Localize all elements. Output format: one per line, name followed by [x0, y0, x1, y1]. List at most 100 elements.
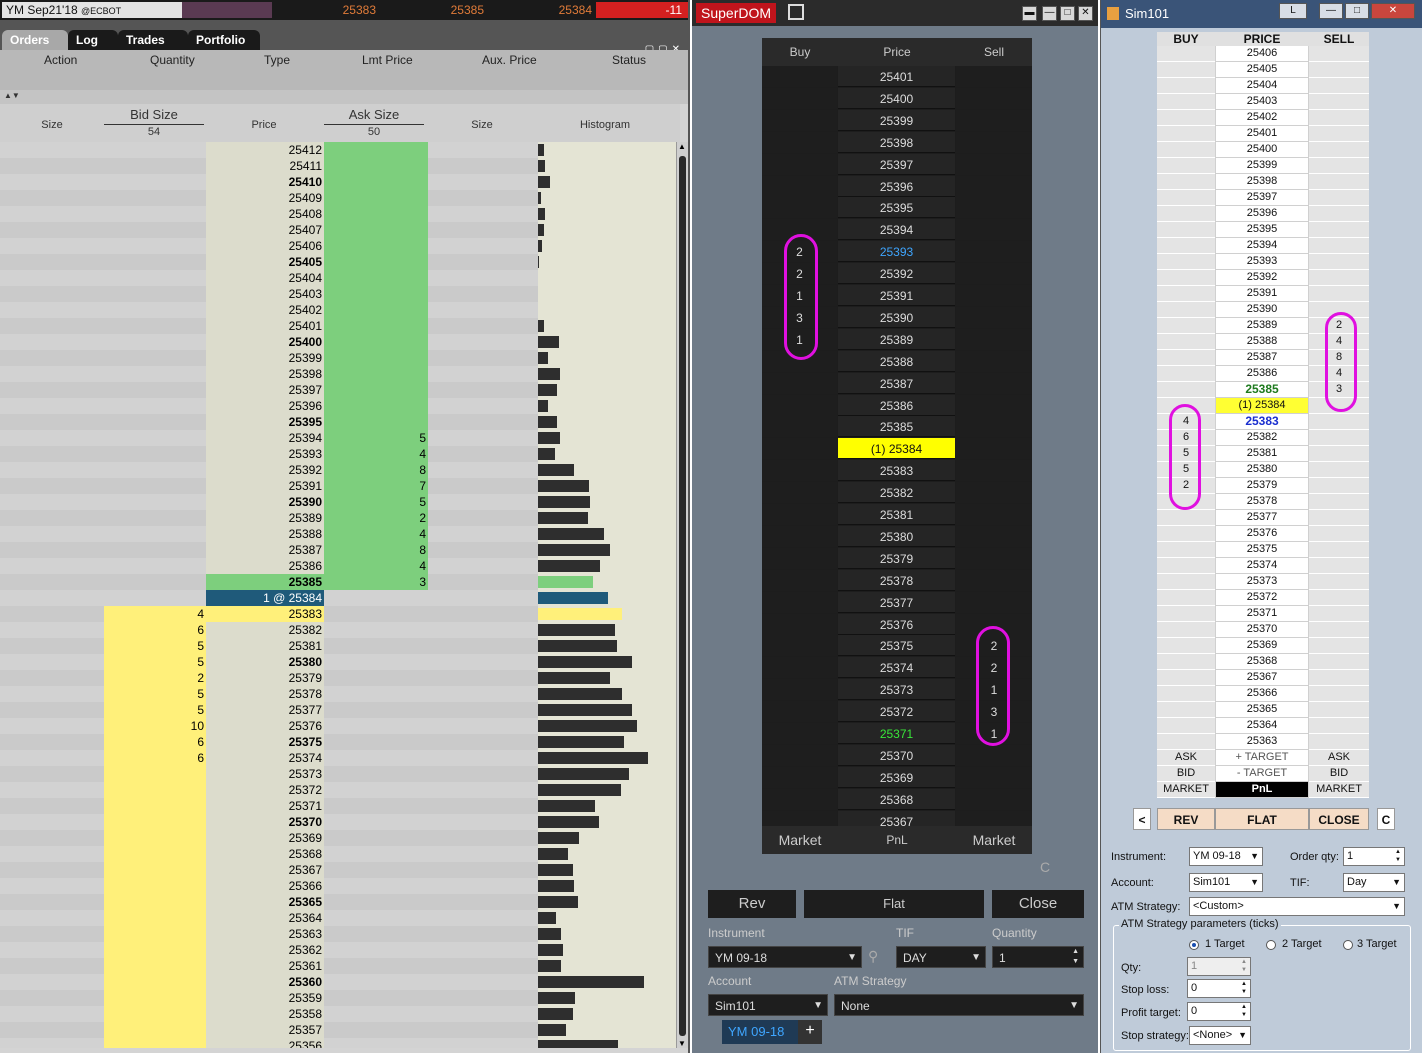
sell-cell[interactable]: [956, 591, 1032, 613]
ask-size-cell[interactable]: [324, 190, 428, 206]
sell-cell[interactable]: [1309, 654, 1369, 670]
tab-ym-09-18[interactable]: YM 09-18: [722, 1020, 798, 1044]
buy-cell[interactable]: [762, 416, 837, 438]
bid-size-cell[interactable]: [104, 350, 206, 366]
ladder-row[interactable]: 25398: [762, 131, 1032, 154]
book-row[interactable]: 25393 4: [0, 446, 676, 462]
book-row[interactable]: 25366: [0, 878, 676, 894]
ask-size-cell[interactable]: [324, 254, 428, 270]
ask-size-cell[interactable]: [324, 318, 428, 334]
sell-cell[interactable]: [956, 197, 1032, 219]
buy-cell[interactable]: MARKET: [1157, 782, 1215, 798]
bid-size-cell[interactable]: [104, 894, 206, 910]
book-row[interactable]: 10 25376: [0, 718, 676, 734]
book-row[interactable]: 2 25379: [0, 670, 676, 686]
ladder-row[interactable]: 25402: [1157, 110, 1369, 126]
book-row[interactable]: 25400: [0, 334, 676, 350]
ladder-row[interactable]: 25393: [1157, 254, 1369, 270]
sell-cell[interactable]: [1309, 622, 1369, 638]
bid-size-cell[interactable]: [104, 526, 206, 542]
sell-cell[interactable]: [956, 285, 1032, 306]
book-row[interactable]: 25362: [0, 942, 676, 958]
sell-cell[interactable]: [956, 788, 1032, 810]
ask-size-cell[interactable]: [324, 206, 428, 222]
bid-size-cell[interactable]: [104, 846, 206, 862]
buy-cell[interactable]: [1157, 654, 1215, 670]
bid-size-cell[interactable]: [104, 206, 206, 222]
scroll-up-icon[interactable]: ▲: [678, 142, 686, 151]
quantity-stepper[interactable]: 1 ▲ ▼: [992, 946, 1084, 968]
add-tab-button[interactable]: +: [798, 1020, 822, 1044]
bid-size-cell[interactable]: [104, 190, 206, 206]
bid-size-cell[interactable]: 2: [104, 670, 206, 686]
profit-target-stepper[interactable]: 0 ▲ ▼: [1187, 1002, 1251, 1021]
ladder-row[interactable]: 25385: [762, 416, 1032, 438]
buy-cell[interactable]: [762, 657, 837, 679]
sell-cell[interactable]: [1309, 158, 1369, 174]
book-row[interactable]: 25399: [0, 350, 676, 366]
ladder-row[interactable]: 25400: [762, 87, 1032, 110]
buy-cell[interactable]: [1157, 526, 1215, 542]
sell-cell[interactable]: [956, 241, 1032, 263]
ladder-row[interactable]: 25404: [1157, 78, 1369, 94]
cancel-all-button[interactable]: C: [1040, 859, 1050, 875]
ladder-row[interactable]: 25377: [1157, 510, 1369, 526]
ladder-row[interactable]: 25401: [1157, 126, 1369, 142]
sell-cell[interactable]: [1309, 510, 1369, 526]
ask-size-cell[interactable]: [324, 590, 428, 606]
scroll-down-icon[interactable]: ▼: [678, 1039, 686, 1048]
ladder-row[interactable]: 25371: [1157, 606, 1369, 622]
buy-cell[interactable]: [762, 679, 837, 701]
book-row[interactable]: 25360: [0, 974, 676, 990]
ask-size-cell[interactable]: [324, 286, 428, 302]
sell-cell[interactable]: [1309, 702, 1369, 718]
buy-cell[interactable]: [1157, 318, 1215, 334]
rev-button[interactable]: REV: [1157, 808, 1215, 830]
book-row[interactable]: 25387 8: [0, 542, 676, 558]
ask-size-cell[interactable]: [324, 414, 428, 430]
ladder-row[interactable]: ASK + TARGET ASK: [1157, 750, 1369, 766]
sell-cell[interactable]: [1309, 686, 1369, 702]
market-buy-button[interactable]: Market: [762, 832, 838, 848]
ask-size-cell[interactable]: [324, 654, 428, 670]
ask-size-cell[interactable]: [324, 1022, 428, 1038]
bid-size-cell[interactable]: 6: [104, 734, 206, 750]
bid-size-cell[interactable]: 5: [104, 686, 206, 702]
tif-select[interactable]: Day ▼: [1343, 873, 1405, 892]
pnl-label[interactable]: PnL: [838, 833, 956, 847]
book-row[interactable]: 25396: [0, 398, 676, 414]
bid-size-cell[interactable]: [104, 382, 206, 398]
ask-size-cell[interactable]: [324, 686, 428, 702]
book-row[interactable]: 25385 3: [0, 574, 676, 590]
sell-cell[interactable]: [956, 109, 1032, 131]
order-qty-stepper[interactable]: 1 ▲ ▼: [1343, 847, 1405, 866]
bid-size-cell[interactable]: [104, 254, 206, 270]
book-row[interactable]: 5 25380: [0, 654, 676, 670]
sell-cell[interactable]: [956, 394, 1032, 416]
tab-trades[interactable]: Trades: [118, 30, 188, 50]
buy-cell[interactable]: [762, 482, 837, 504]
sell-cell[interactable]: [956, 328, 1032, 350]
ladder-row[interactable]: 25365: [1157, 702, 1369, 718]
ask-size-cell[interactable]: [324, 638, 428, 654]
buy-cell[interactable]: [1157, 350, 1215, 366]
book-row[interactable]: 25357: [0, 1022, 676, 1038]
ask-size-cell[interactable]: [324, 814, 428, 830]
book-row[interactable]: 25404: [0, 270, 676, 286]
close-button[interactable]: Close: [992, 890, 1084, 918]
book-row[interactable]: 5 25378: [0, 686, 676, 702]
book-row[interactable]: 4 25383: [0, 606, 676, 622]
flat-button[interactable]: FLAT: [1215, 808, 1309, 830]
target-1-radio[interactable]: [1189, 940, 1199, 950]
ladder-row[interactable]: 25368: [1157, 654, 1369, 670]
book-row[interactable]: 25364: [0, 910, 676, 926]
ask-size-cell[interactable]: [324, 990, 428, 1006]
close-icon[interactable]: ✕: [1078, 6, 1093, 21]
book-row[interactable]: 6 25374: [0, 750, 676, 766]
bid-size-cell[interactable]: 5: [104, 654, 206, 670]
minimize-icon[interactable]: —: [1042, 6, 1057, 21]
buy-cell[interactable]: [762, 569, 837, 591]
ladder-row[interactable]: 25383: [762, 460, 1032, 482]
buy-cell[interactable]: [762, 701, 837, 723]
ask-size-cell[interactable]: [324, 398, 428, 414]
